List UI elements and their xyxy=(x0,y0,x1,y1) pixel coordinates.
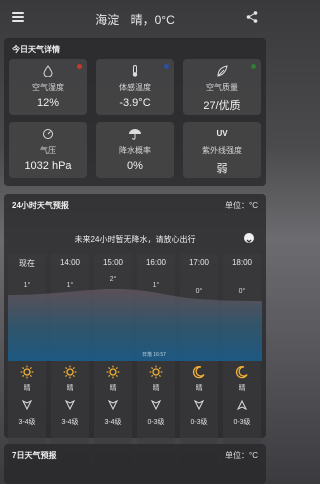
unit-label: 单位：°C xyxy=(225,201,258,210)
wind-level: 0-3级 xyxy=(147,419,165,426)
wind-level: 0-3级 xyxy=(233,419,251,426)
tile-label: 紫外线强度 xyxy=(202,146,242,155)
today-details-title: 今日天气详情 xyxy=(12,45,60,54)
precipitation-notice: 未来24小时暂无降水，请放心出行 xyxy=(74,235,196,244)
tile-value: 弱 xyxy=(216,163,228,175)
tile-value: 1032 hPa xyxy=(24,160,72,172)
hour-temperature: 1° xyxy=(152,282,160,289)
hour-time: 16:00 xyxy=(145,258,167,267)
leaf-icon xyxy=(217,65,228,77)
tile-label: 降水概率 xyxy=(119,146,151,155)
hour-condition: 晴 xyxy=(238,385,246,392)
weekly-forecast-title: 7日天气预报 xyxy=(12,451,57,460)
weekly-forecast-card: 7日天气预报 单位：°C xyxy=(4,444,266,484)
humidity-tile[interactable]: 空气湿度 12% xyxy=(9,59,87,115)
unit-label: 单位：°C xyxy=(225,451,258,460)
today-details-card: 今日天气详情 空气湿度 12% 体感温度 -3.9°C 空气质量 27/优质 气… xyxy=(4,38,266,186)
moon-icon xyxy=(235,365,248,379)
hour-temperature: 1° xyxy=(23,282,31,289)
tile-label: 空气质量 xyxy=(206,83,238,92)
hour-time: 15:00 xyxy=(102,258,124,267)
hour-column: 16:00 1° 晴 0-3级 xyxy=(137,254,175,470)
wind-direction-icon xyxy=(107,400,119,410)
hour-condition: 晴 xyxy=(109,385,117,392)
sun-icon xyxy=(149,365,163,379)
hourly-forecast-title: 24小时天气预报 xyxy=(12,201,69,210)
hour-column: 现在 1° 晴 3-4级 xyxy=(8,254,46,470)
chevron-down-icon[interactable] xyxy=(244,233,254,243)
hour-column: 18:00 0° 晴 0-3级 xyxy=(223,254,261,470)
sunset-label: 日落 16:57 xyxy=(142,352,166,358)
uv-tile[interactable]: UV 紫外线强度 弱 xyxy=(183,122,261,178)
location-title: 海淀 晴，0°C xyxy=(0,11,270,28)
tile-value: 0% xyxy=(127,160,143,172)
hour-condition: 晴 xyxy=(66,385,74,392)
umbrella-icon xyxy=(129,129,141,140)
pressure-gauge-icon xyxy=(43,129,53,139)
current-weather: 晴，0°C xyxy=(130,13,175,27)
share-icon[interactable] xyxy=(246,11,258,23)
feels-like-tile[interactable]: 体感温度 -3.9°C xyxy=(96,59,174,115)
wind-direction-icon xyxy=(236,400,248,410)
hour-column: 17:00 0° 晴 0-3级 xyxy=(180,254,218,470)
tile-label: 体感温度 xyxy=(119,83,151,92)
wind-level: 3-4级 xyxy=(61,419,79,426)
moon-icon xyxy=(192,365,205,379)
sun-icon xyxy=(106,365,120,379)
hour-time: 17:00 xyxy=(188,258,210,267)
air-quality-tile[interactable]: 空气质量 27/优质 xyxy=(183,59,261,115)
tile-label: 气压 xyxy=(40,146,56,155)
hour-column: 14:00 1° 晴 3-4级 xyxy=(51,254,89,470)
wind-direction-icon xyxy=(21,400,33,410)
sun-icon xyxy=(63,365,77,379)
wind-direction-icon xyxy=(193,400,205,410)
hour-column: 15:00 2° 晴 3-4级 xyxy=(94,254,132,470)
hourly-forecast-card: 24小时天气预报 单位：°C 未来24小时暂无降水，请放心出行 现在 1° 晴 3-4… xyxy=(4,194,266,470)
tile-label: 空气湿度 xyxy=(32,83,64,92)
uv-icon: UV xyxy=(216,129,228,138)
pressure-tile[interactable]: 气压 1032 hPa xyxy=(9,122,87,178)
thermometer-icon xyxy=(132,65,138,77)
wind-level: 3-4级 xyxy=(104,419,122,426)
temperature-area xyxy=(8,289,262,361)
wind-direction-icon xyxy=(150,400,162,410)
tile-value: 27/优质 xyxy=(203,100,241,112)
wind-level: 3-4级 xyxy=(18,419,36,426)
hour-condition: 晴 xyxy=(152,385,160,392)
hour-temperature: 2° xyxy=(109,276,117,283)
status-dot xyxy=(77,64,82,69)
temperature-chart xyxy=(8,289,262,361)
hour-temperature: 1° xyxy=(66,282,74,289)
tile-value: 12% xyxy=(36,97,60,109)
precipitation-tile[interactable]: 降水概率 0% xyxy=(96,122,174,178)
hour-condition: 晴 xyxy=(23,385,31,392)
hour-time: 现在 xyxy=(19,259,35,268)
hour-time: 18:00 xyxy=(231,258,253,267)
humidity-icon xyxy=(43,65,53,77)
wind-direction-icon xyxy=(64,400,76,410)
hour-condition: 晴 xyxy=(195,385,203,392)
status-dot xyxy=(164,64,169,69)
tile-value: -3.9°C xyxy=(119,97,151,109)
hour-time: 14:00 xyxy=(59,258,81,267)
status-dot xyxy=(251,64,256,69)
wind-level: 0-3级 xyxy=(190,419,208,426)
top-bar: 海淀 晴，0°C xyxy=(0,0,270,36)
location-name: 海淀 xyxy=(95,13,120,27)
sun-icon xyxy=(20,365,34,379)
